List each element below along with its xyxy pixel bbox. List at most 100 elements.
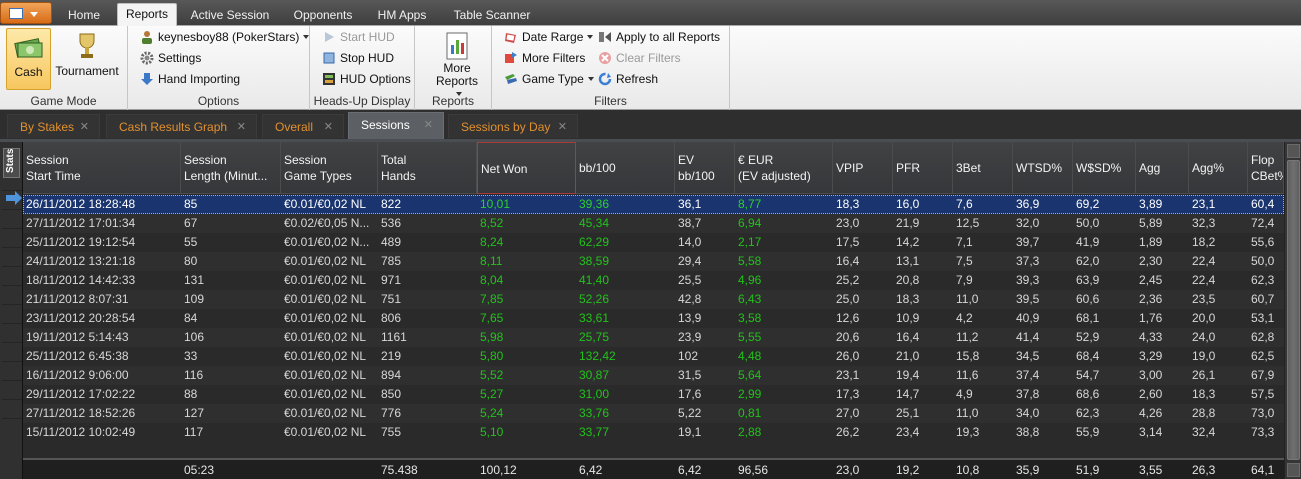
table-row[interactable]: 19/11/2012 5:14:43 106 €0.01/€0,02 NL 1161 5…	[23, 328, 1284, 347]
cell-eur-ev: 3,58	[738, 311, 762, 325]
row-marker[interactable]	[2, 380, 22, 396]
cash-button[interactable]: Cash	[6, 28, 51, 90]
cell-ev-bb100: 19,1	[678, 425, 702, 439]
report-tab-cash-results-graph[interactable]: Cash Results Graph ✕	[106, 114, 257, 138]
tab-table-scanner[interactable]: Table Scanner	[446, 5, 538, 26]
row-marker[interactable]	[2, 399, 22, 415]
row-marker[interactable]	[2, 209, 22, 225]
tab-active-session[interactable]: Active Session	[184, 5, 276, 26]
stats-toggle[interactable]: Stats	[3, 148, 20, 178]
close-icon[interactable]: ✕	[558, 115, 567, 139]
refresh-label: Refresh	[616, 72, 659, 86]
close-icon[interactable]: ✕	[424, 113, 433, 137]
vertical-scrollbar[interactable]	[1284, 142, 1301, 479]
close-icon[interactable]: ✕	[80, 115, 89, 139]
filters-group-label: Filters	[594, 94, 627, 108]
row-marker[interactable]	[2, 323, 22, 339]
row-marker[interactable]	[2, 228, 22, 244]
table-row[interactable]: 26/11/2012 18:28:48 85 €0.01/€0,02 NL 822 10…	[23, 195, 1284, 214]
table-row[interactable]: 23/11/2012 20:28:54 84 €0.01/€0,02 NL 806 7,…	[23, 309, 1284, 328]
table-row[interactable]: 18/11/2012 14:42:33 131 €0.01/€0,02 NL 971 8…	[23, 271, 1284, 290]
table-row[interactable]: 27/11/2012 17:01:34 67 €0.02/€0,05 N... 536…	[23, 214, 1284, 233]
column-header-agg[interactable]: Agg	[1136, 142, 1189, 194]
report-tab-by-stakes[interactable]: By Stakes ✕	[7, 114, 100, 138]
more-filters-button[interactable]: More Filters	[504, 49, 585, 67]
row-marker[interactable]	[2, 190, 22, 206]
stop-hud-button[interactable]: Stop HUD	[322, 49, 394, 67]
tab-home[interactable]: Home	[58, 5, 110, 26]
column-header-vpip[interactable]: VPIP	[833, 142, 893, 194]
report-tab-sessions[interactable]: Sessions ✕	[348, 112, 444, 139]
cell-agg: 2,60	[1139, 387, 1163, 401]
close-icon[interactable]: ✕	[237, 115, 246, 139]
row-marker[interactable]	[2, 266, 22, 282]
column-header-net-won[interactable]: Net Won	[477, 142, 576, 194]
date-range-button[interactable]: Date Rarge	[504, 28, 594, 46]
table-row[interactable]: 21/11/2012 8:07:31 109 €0.01/€0,02 NL 751 7,…	[23, 290, 1284, 309]
column-header-length[interactable]: Session Length (Minut...	[181, 142, 281, 194]
table-row[interactable]: 25/11/2012 19:12:54 55 €0.01/€0,02 N... 489…	[23, 233, 1284, 252]
scroll-down-button[interactable]	[1287, 463, 1300, 477]
report-tab-sessions-by-day[interactable]: Sessions by Day ✕	[448, 114, 578, 138]
player-selector[interactable]: keynesboy88 (PokerStars)	[140, 28, 310, 46]
cell-bb100: 39,36	[579, 197, 610, 211]
row-marker[interactable]	[2, 304, 22, 320]
cell-agg: 4,33	[1139, 330, 1163, 344]
more-reports-button[interactable]: More Reports	[433, 28, 481, 96]
scrollbar-thumb[interactable]	[1287, 160, 1300, 460]
cell-agg-pct: 18,3	[1192, 387, 1216, 401]
row-marker[interactable]	[2, 342, 22, 358]
column-header-wsd[interactable]: W$SD%	[1073, 142, 1136, 194]
column-header-game-types[interactable]: Session Game Types	[281, 142, 378, 194]
scroll-up-button[interactable]	[1287, 144, 1300, 158]
column-header-ev-bb100[interactable]: EV bb/100	[675, 142, 735, 194]
column-header-3bet[interactable]: 3Bet	[953, 142, 1013, 194]
table-row[interactable]: 24/11/2012 13:21:18 80 €0.01/€0,02 NL 785 8,…	[23, 252, 1284, 271]
total-eur-ev: 96,56	[738, 463, 769, 477]
game-mode-group-label: Game Mode	[30, 94, 97, 108]
table-row[interactable]: 25/11/2012 6:45:38 33 €0.01/€0,02 NL 219 5,8…	[23, 347, 1284, 366]
row-marker[interactable]	[2, 247, 22, 263]
cell-vpip: 27,0	[836, 406, 860, 420]
column-header-wtsd[interactable]: WTSD%	[1013, 142, 1073, 194]
column-header-eur-ev[interactable]: € EUR (EV adjusted)	[735, 142, 833, 194]
cell-flop-cbet: 60,4	[1251, 197, 1275, 211]
column-header-bb100[interactable]: bb/100	[576, 142, 675, 194]
row-marker[interactable]	[2, 285, 22, 301]
table-row[interactable]: 27/11/2012 18:52:26 127 €0.01/€0,02 NL 776 5…	[23, 404, 1284, 423]
column-header-total-hands[interactable]: Total Hands	[378, 142, 477, 194]
cell-wsd: 55,9	[1076, 425, 1100, 439]
hud-options-button[interactable]: HUD Options	[322, 70, 411, 88]
application-menu-button[interactable]	[0, 2, 52, 24]
table-row[interactable]: 15/11/2012 10:02:49 117 €0.01/€0,02 NL 755 5…	[23, 423, 1284, 442]
row-marker[interactable]	[2, 418, 22, 434]
sessions-grid: Session Start Time Session Length (Minut...…	[23, 142, 1284, 479]
tournament-button[interactable]: Tournament	[52, 28, 122, 90]
cell-start-time: 16/11/2012 9:06:00	[26, 368, 129, 382]
hand-importing-button[interactable]: Hand Importing	[140, 70, 240, 88]
row-marker[interactable]	[2, 361, 22, 377]
report-tab-overall[interactable]: Overall ✕	[262, 114, 344, 138]
column-header-title: W$SD%	[1076, 161, 1122, 175]
close-icon[interactable]: ✕	[324, 115, 333, 139]
column-header-agg-pct[interactable]: Agg%	[1189, 142, 1248, 194]
column-header-flop-cbet[interactable]: Flop CBet%	[1248, 142, 1284, 194]
column-header-start-time[interactable]: Session Start Time	[23, 142, 181, 194]
table-row[interactable]: 16/11/2012 9:06:00 116 €0.01/€0,02 NL 894 5,…	[23, 366, 1284, 385]
game-type-button[interactable]: Game Type	[504, 70, 594, 88]
tab-hm-apps[interactable]: HM Apps	[369, 5, 435, 26]
cell-pfr: 25,1	[896, 406, 920, 420]
cell-wsd: 63,9	[1076, 273, 1100, 287]
clear-filters-button[interactable]: Clear Filters	[598, 49, 681, 67]
cell-agg: 2,30	[1139, 254, 1163, 268]
cell-pfr: 13,1	[896, 254, 920, 268]
refresh-button[interactable]: Refresh	[598, 70, 658, 88]
start-hud-button[interactable]: Start HUD	[322, 28, 395, 46]
apply-to-all-reports-button[interactable]: Apply to all Reports	[598, 28, 720, 46]
tab-reports[interactable]: Reports	[117, 3, 177, 27]
column-header-pfr[interactable]: PFR	[893, 142, 953, 194]
clear-filters-label: Clear Filters	[616, 51, 681, 65]
settings-button[interactable]: Settings	[140, 49, 201, 67]
tab-opponents[interactable]: Opponents	[285, 5, 361, 26]
table-row[interactable]: 29/11/2012 17:02:22 88 €0.01/€0,02 NL 850 5,…	[23, 385, 1284, 404]
